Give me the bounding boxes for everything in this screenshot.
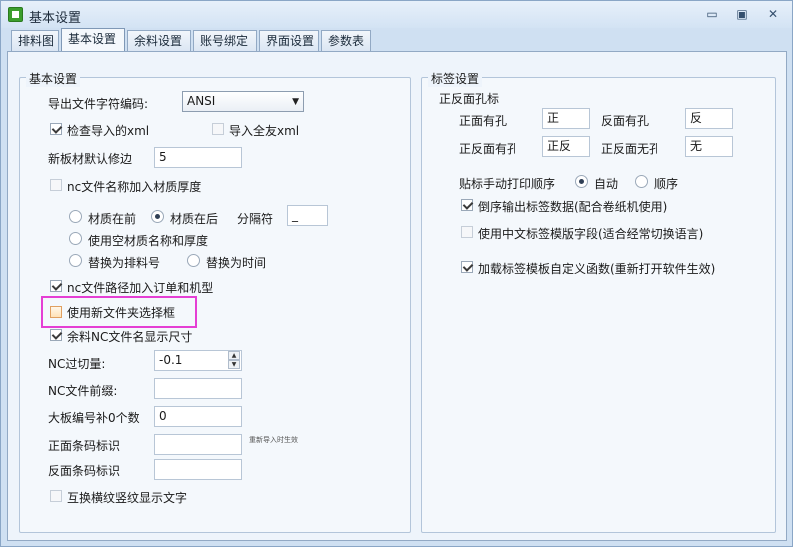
minimize-button[interactable]: ▭ <box>703 6 721 22</box>
material-front-label: 材质在前 <box>88 212 137 226</box>
separator-label: 分隔符 <box>237 212 274 226</box>
encoding-value: ANSI <box>187 94 216 108</box>
chinese-fields-label: 使用中文标签模版字段(适合经常切换语言) <box>478 227 704 241</box>
use-empty-material-radio[interactable] <box>69 232 82 245</box>
separator-input[interactable]: _ <box>287 205 328 226</box>
print-order-label: 贴标手动打印顺序 <box>459 177 556 191</box>
settings-window: 基本设置 ▭ ▣ ✕ 排料图 基本设置 余料设置 账号绑定 界面设置 参数表 基… <box>0 0 793 547</box>
replace-layout-no-label: 替换为排料号 <box>88 256 161 270</box>
none-input[interactable]: 无 <box>685 136 733 157</box>
use-empty-material-label: 使用空材质名称和厚度 <box>88 234 209 248</box>
front-barcode-input[interactable] <box>154 434 242 455</box>
board-no-pad-input[interactable]: 0 <box>154 406 242 427</box>
encoding-label: 导出文件字符编码: <box>48 97 149 111</box>
tab-remnant-settings[interactable]: 余料设置 <box>127 30 191 51</box>
label-settings-title: 标签设置 <box>428 70 483 87</box>
basic-settings-title: 基本设置 <box>26 70 81 87</box>
chevron-down-icon: ▼ <box>292 97 299 107</box>
new-folder-dialog-label: 使用新文件夹选择框 <box>67 306 176 320</box>
sequence-label: 顺序 <box>654 177 679 191</box>
chinese-fields-checkbox[interactable] <box>461 226 473 238</box>
window-title: 基本设置 <box>29 11 82 26</box>
nc-cut-value: -0.1 <box>159 353 183 367</box>
spin-up-icon[interactable]: ▲ <box>228 351 240 360</box>
custom-functions-checkbox[interactable] <box>461 261 473 273</box>
replace-time-radio[interactable] <box>187 254 200 267</box>
swap-grain-label: 互换横纹竖纹显示文字 <box>67 491 188 505</box>
replace-layout-no-radio[interactable] <box>69 254 82 267</box>
import-quanyou-xml-checkbox[interactable] <box>212 123 224 135</box>
front-has-label: 正面有孔 <box>459 114 507 128</box>
nc-material-thickness-label: nc文件名称加入材质厚度 <box>67 180 202 194</box>
tab-page: 基本设置 导出文件字符编码: ANSI ▼ 检查导入的xml 导入全友xml 新… <box>7 51 787 541</box>
remnant-nc-size-checkbox[interactable] <box>50 329 62 341</box>
close-button[interactable]: ✕ <box>764 6 782 22</box>
remnant-nc-size-label: 余料NC文件名显示尺寸 <box>67 330 193 344</box>
both-have-label: 正反面有孔 <box>459 142 515 156</box>
label-settings-group: 标签设置 正反面孔标 正面有孔 正 反面有孔 反 正反面有孔 正反 正反面无孔 … <box>421 70 776 533</box>
back-has-label: 反面有孔 <box>601 114 649 128</box>
check-import-xml-label: 检查导入的xml <box>67 124 150 138</box>
tab-basic-settings[interactable]: 基本设置 <box>61 28 125 52</box>
front-has-input[interactable]: 正 <box>542 108 590 129</box>
restore-button[interactable]: ▣ <box>733 6 751 22</box>
tab-parameter-table[interactable]: 参数表 <box>321 30 371 51</box>
nc-path-order-checkbox[interactable] <box>50 280 62 292</box>
basic-settings-group: 基本设置 导出文件字符编码: ANSI ▼ 检查导入的xml 导入全友xml 新… <box>19 70 411 533</box>
nc-prefix-input[interactable] <box>154 378 242 399</box>
spin-down-icon[interactable]: ▼ <box>228 360 240 369</box>
none-label: 正反面无孔 <box>601 142 657 156</box>
reimport-note: 重新导入时生效 <box>249 436 298 444</box>
material-back-label: 材质在后 <box>170 212 219 226</box>
custom-functions-label: 加载标签模板自定义函数(重新打开软件生效) <box>478 262 716 276</box>
material-front-radio[interactable] <box>69 210 82 223</box>
back-barcode-label: 反面条码标识 <box>48 464 121 478</box>
nc-material-thickness-checkbox[interactable] <box>50 179 62 191</box>
nc-cut-label: NC过切量: <box>48 357 106 371</box>
new-folder-dialog-checkbox[interactable] <box>50 306 62 318</box>
auto-radio[interactable] <box>575 175 588 188</box>
both-have-input[interactable]: 正反 <box>542 136 590 157</box>
front-barcode-label: 正面条码标识 <box>48 439 121 453</box>
back-barcode-input[interactable] <box>154 459 242 480</box>
import-quanyou-xml-label: 导入全友xml <box>229 124 300 138</box>
sequence-radio[interactable] <box>635 175 648 188</box>
title-bar: 基本设置 ▭ ▣ ✕ <box>1 1 792 28</box>
default-edge-input[interactable]: 5 <box>154 147 242 168</box>
default-edge-label: 新板材默认修边 <box>48 152 133 166</box>
holes-title: 正反面孔标 <box>439 92 500 106</box>
reverse-output-label: 倒序输出标签数据(配合卷纸机使用) <box>478 200 668 214</box>
material-back-radio[interactable] <box>151 210 164 223</box>
tab-ui-settings[interactable]: 界面设置 <box>259 30 319 51</box>
tab-account-binding[interactable]: 账号绑定 <box>193 30 257 51</box>
nc-cut-stepper[interactable]: -0.1 ▲ ▼ <box>154 350 242 371</box>
tab-layout-chart[interactable]: 排料图 <box>11 30 59 51</box>
encoding-select[interactable]: ANSI ▼ <box>182 91 304 112</box>
auto-label: 自动 <box>594 177 619 191</box>
replace-time-label: 替换为时间 <box>206 256 267 270</box>
check-import-xml-checkbox[interactable] <box>50 123 62 135</box>
nc-path-order-label: nc文件路径加入订单和机型 <box>67 281 214 295</box>
board-no-pad-label: 大板编号补0个数 <box>48 411 140 425</box>
app-icon <box>8 7 23 22</box>
reverse-output-checkbox[interactable] <box>461 199 473 211</box>
swap-grain-checkbox[interactable] <box>50 490 62 502</box>
back-has-input[interactable]: 反 <box>685 108 733 129</box>
nc-prefix-label: NC文件前缀: <box>48 384 118 398</box>
